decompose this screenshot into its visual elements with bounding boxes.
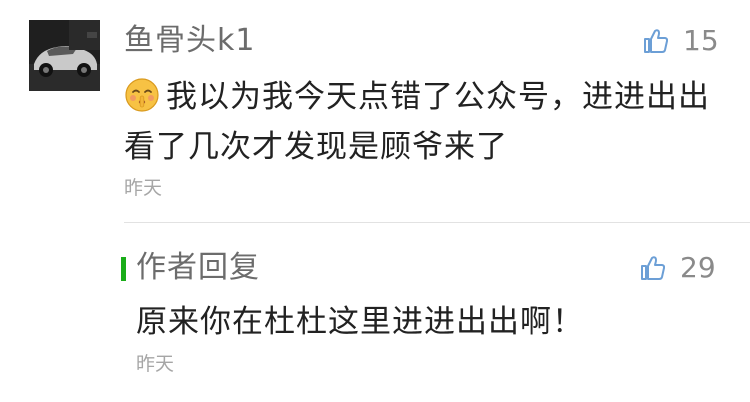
reply-like-count: 29 [680, 251, 716, 284]
comment-like-count: 15 [683, 24, 719, 57]
comment-card: 鱼骨头k1 15 我以为我今天点错了公众号，进进出出看了几次才发现是顾爷来了 昨… [0, 0, 750, 402]
comment-like-button[interactable]: 15 [643, 24, 719, 58]
comment-text-content: 我以为我今天点错了公众号，进进出出看了几次才发现是顾爷来了 [124, 79, 710, 165]
reply-like-button[interactable]: 29 [640, 251, 716, 285]
user-avatar[interactable] [29, 20, 100, 91]
sports-car-avatar-icon [29, 20, 100, 91]
comment-author-name[interactable]: 鱼骨头k1 [124, 22, 255, 60]
reply-accent-bar [121, 257, 126, 281]
shushing-face-emoji-icon [124, 77, 160, 113]
comment-text: 我以为我今天点错了公众号，进进出出看了几次才发现是顾爷来了 [124, 72, 724, 172]
divider [124, 222, 750, 223]
reply-timestamp: 昨天 [136, 353, 175, 375]
reply-text: 原来你在杜杜这里进进出出啊！ [136, 304, 584, 340]
comment-timestamp: 昨天 [124, 177, 163, 199]
thumbs-up-icon [641, 256, 666, 280]
thumbs-up-icon [644, 29, 669, 53]
author-reply-label: 作者回复 [136, 250, 260, 285]
